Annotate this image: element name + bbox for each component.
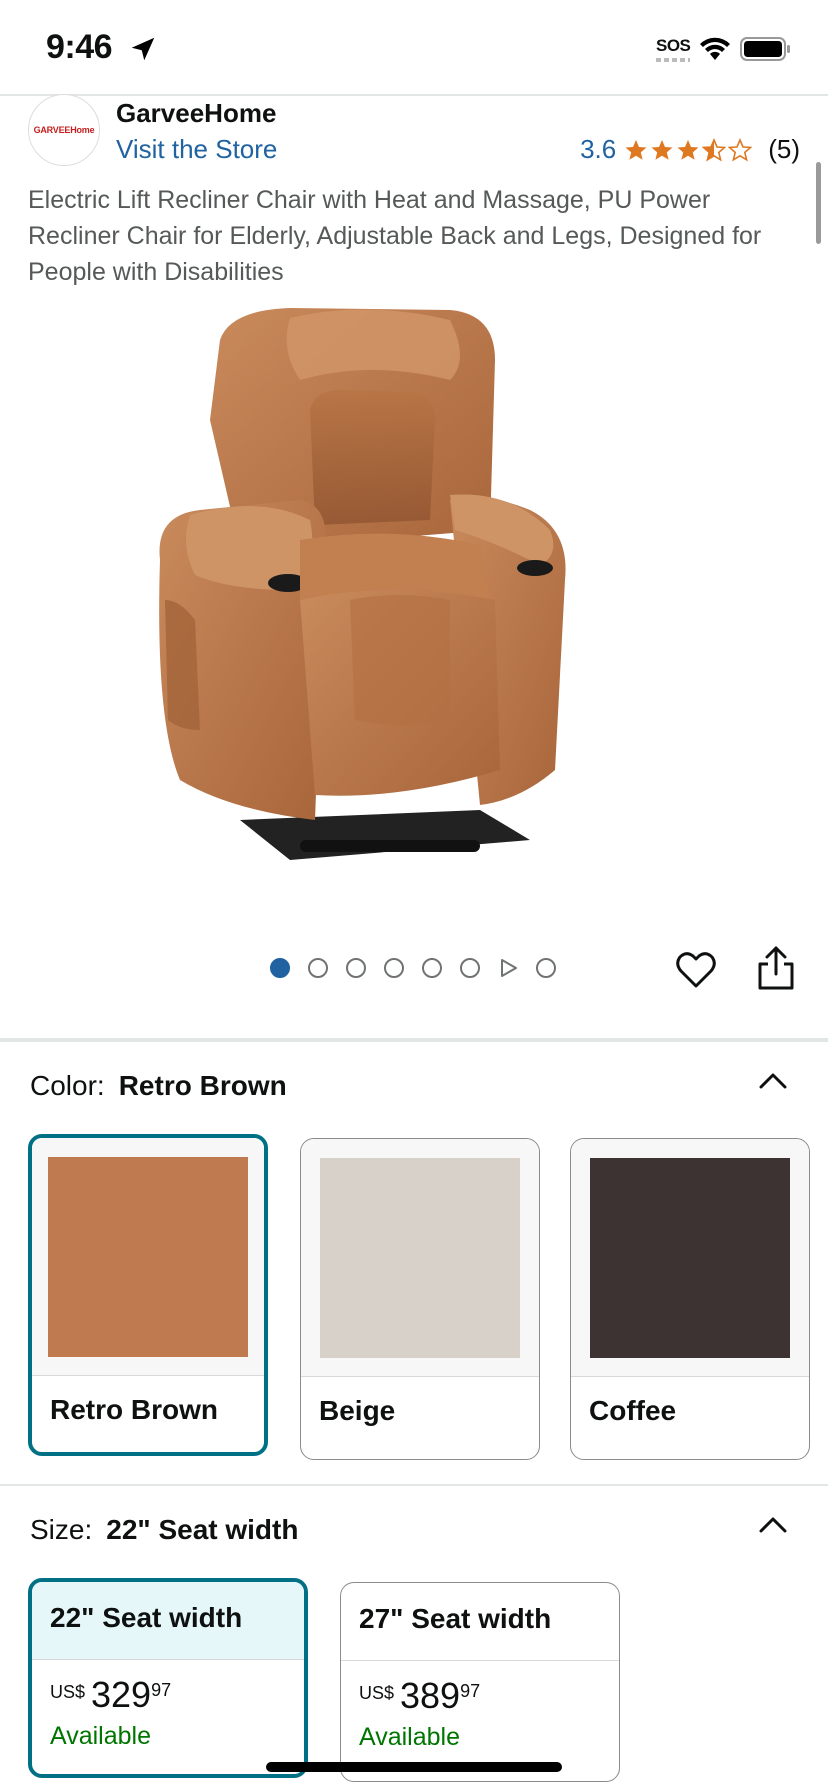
swatch-label: Coffee xyxy=(589,1395,677,1426)
star-empty-icon xyxy=(728,137,753,161)
product-title: Electric Lift Recliner Chair with Heat a… xyxy=(28,186,762,286)
home-indicator[interactable] xyxy=(266,1762,562,1772)
brand-logo-text: GARVEEHome xyxy=(33,125,95,135)
swatch-image xyxy=(320,1157,520,1358)
price-currency: US$ xyxy=(359,1683,395,1703)
rating-summary[interactable]: 3.6 (5) xyxy=(580,134,800,165)
carousel-dot[interactable] xyxy=(460,958,480,978)
color-selected-value: Retro Brown xyxy=(118,1070,287,1101)
brand-name: GarveeHome xyxy=(116,98,277,128)
size-option-27-seat-width[interactable]: 27" Seat width US$ 389 97 Available xyxy=(340,1582,620,1782)
price: US$ 389 97 xyxy=(341,1661,619,1717)
carousel-dot[interactable] xyxy=(270,958,290,978)
size-option-label: 27" Seat width xyxy=(341,1583,619,1661)
swatch-label: Retro Brown xyxy=(50,1394,218,1425)
star-full-icon xyxy=(625,139,647,160)
price-whole: 329 xyxy=(91,1674,152,1715)
size-option-label: 22" Seat width xyxy=(32,1582,304,1660)
wifi-icon xyxy=(700,37,730,60)
swatch-image xyxy=(48,1156,248,1357)
heart-icon[interactable] xyxy=(674,948,718,992)
size-option-22-seat-width[interactable]: 22" Seat width US$ 329 97 Available xyxy=(28,1578,308,1778)
swatch-fill xyxy=(590,1157,790,1358)
price-fraction: 97 xyxy=(151,1680,172,1700)
size-label-row: Size: 22" Seat width xyxy=(30,1514,298,1546)
status-bar: 9:46 SOS xyxy=(0,0,828,94)
swatch-fill xyxy=(320,1157,520,1358)
chevron-up-icon[interactable] xyxy=(758,1070,788,1090)
image-carousel-dots[interactable] xyxy=(270,958,556,978)
swatch-image-area xyxy=(32,1138,264,1376)
color-label-row: Color: Retro Brown xyxy=(30,1070,287,1102)
section-divider xyxy=(0,1484,828,1486)
color-option-retro-brown[interactable]: Retro Brown xyxy=(28,1134,268,1456)
visit-store-link[interactable]: Visit the Store xyxy=(116,134,277,165)
signal-dots xyxy=(656,58,690,62)
carousel-dot[interactable] xyxy=(422,958,442,978)
star-full-icon xyxy=(651,139,673,160)
product-image[interactable] xyxy=(150,300,670,880)
brand-logo[interactable]: GARVEEHome xyxy=(28,94,100,166)
scroll-indicator[interactable] xyxy=(816,162,821,244)
swatch-image xyxy=(590,1157,790,1358)
header-divider xyxy=(0,94,828,96)
swatch-image-area xyxy=(301,1139,539,1377)
carousel-dot[interactable] xyxy=(346,958,366,978)
section-divider xyxy=(0,1038,828,1042)
color-option-coffee[interactable]: Coffee xyxy=(570,1138,810,1460)
battery-icon xyxy=(740,37,790,61)
share-icon[interactable] xyxy=(754,944,798,992)
rating-count: (5) xyxy=(768,134,800,164)
location-arrow-icon xyxy=(131,37,155,61)
availability: Available xyxy=(359,1723,461,1751)
carousel-dot[interactable] xyxy=(536,958,556,978)
size-selected-value: 22" Seat width xyxy=(106,1514,299,1545)
swatch-fill xyxy=(48,1156,248,1357)
status-time: 9:46 xyxy=(46,28,113,66)
color-option-beige[interactable]: Beige xyxy=(300,1138,540,1460)
star-rating xyxy=(624,137,753,162)
video-play-icon[interactable] xyxy=(498,958,518,978)
carousel-dot[interactable] xyxy=(308,958,328,978)
sos-indicator: SOS xyxy=(656,36,691,55)
price: US$ 329 97 xyxy=(32,1660,304,1716)
swatch-label: Beige xyxy=(319,1395,396,1426)
price-fraction: 97 xyxy=(460,1681,481,1701)
size-label: Size: xyxy=(30,1514,93,1545)
star-half-icon xyxy=(702,137,727,161)
price-currency: US$ xyxy=(50,1682,86,1702)
star-full-icon xyxy=(677,139,699,160)
availability: Available xyxy=(50,1722,152,1750)
color-label: Color: xyxy=(30,1070,105,1101)
swatch-image-area xyxy=(571,1139,809,1377)
chevron-up-icon[interactable] xyxy=(758,1514,788,1534)
rating-value: 3.6 xyxy=(580,134,617,164)
price-whole: 389 xyxy=(400,1675,461,1716)
carousel-dot[interactable] xyxy=(384,958,404,978)
